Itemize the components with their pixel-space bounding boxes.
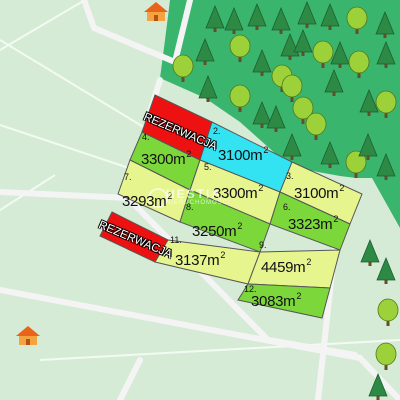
house-icon [16,326,40,345]
tree-icon [377,298,399,322]
tree-icon [346,6,368,30]
plot-area-4: 3300m2 [141,149,192,168]
tree-icon [375,342,397,366]
plot-area-2: 3100m2 [218,145,269,164]
plot-number-4: 4. [142,132,150,142]
plot-number-3: 3. [286,171,294,181]
house-icon [144,2,168,21]
plot-number-7: 7. [124,172,132,182]
plot-area-11: 3137m2 [175,250,226,269]
tree-icon [312,40,334,64]
plot-area-3: 3100m2 [294,183,345,202]
plot-area-7: 3293m2 [122,191,173,210]
plot-number-2: 2. [213,126,221,136]
plot-map: REZERWACJA REZERWACJA 4. 3300m2 2. 3100m2 5. 33… [0,0,400,400]
tree-icon [229,84,251,108]
tree-icon [376,256,396,281]
tree-icon [281,74,303,98]
plot-number-5: 5. [204,162,212,172]
plot-number-9: 9. [259,240,267,250]
plot-area-12: 3083m2 [251,291,302,310]
plot-number-6: 6. [283,202,291,212]
tree-icon [360,238,380,263]
tree-icon [348,50,370,74]
plot-area-6: 3323m2 [288,214,339,233]
plot-area-8: 3250m2 [192,221,243,240]
plot-number-11: 11. [170,235,182,245]
tree-icon [229,34,251,58]
tree-icon [375,90,397,114]
tree-icon [172,54,194,78]
watermark-logo: HESTIA NIERUCHOMOŚCI [166,187,231,206]
plot-area-9: 4459m2 [261,257,312,276]
tree-icon [305,112,327,136]
